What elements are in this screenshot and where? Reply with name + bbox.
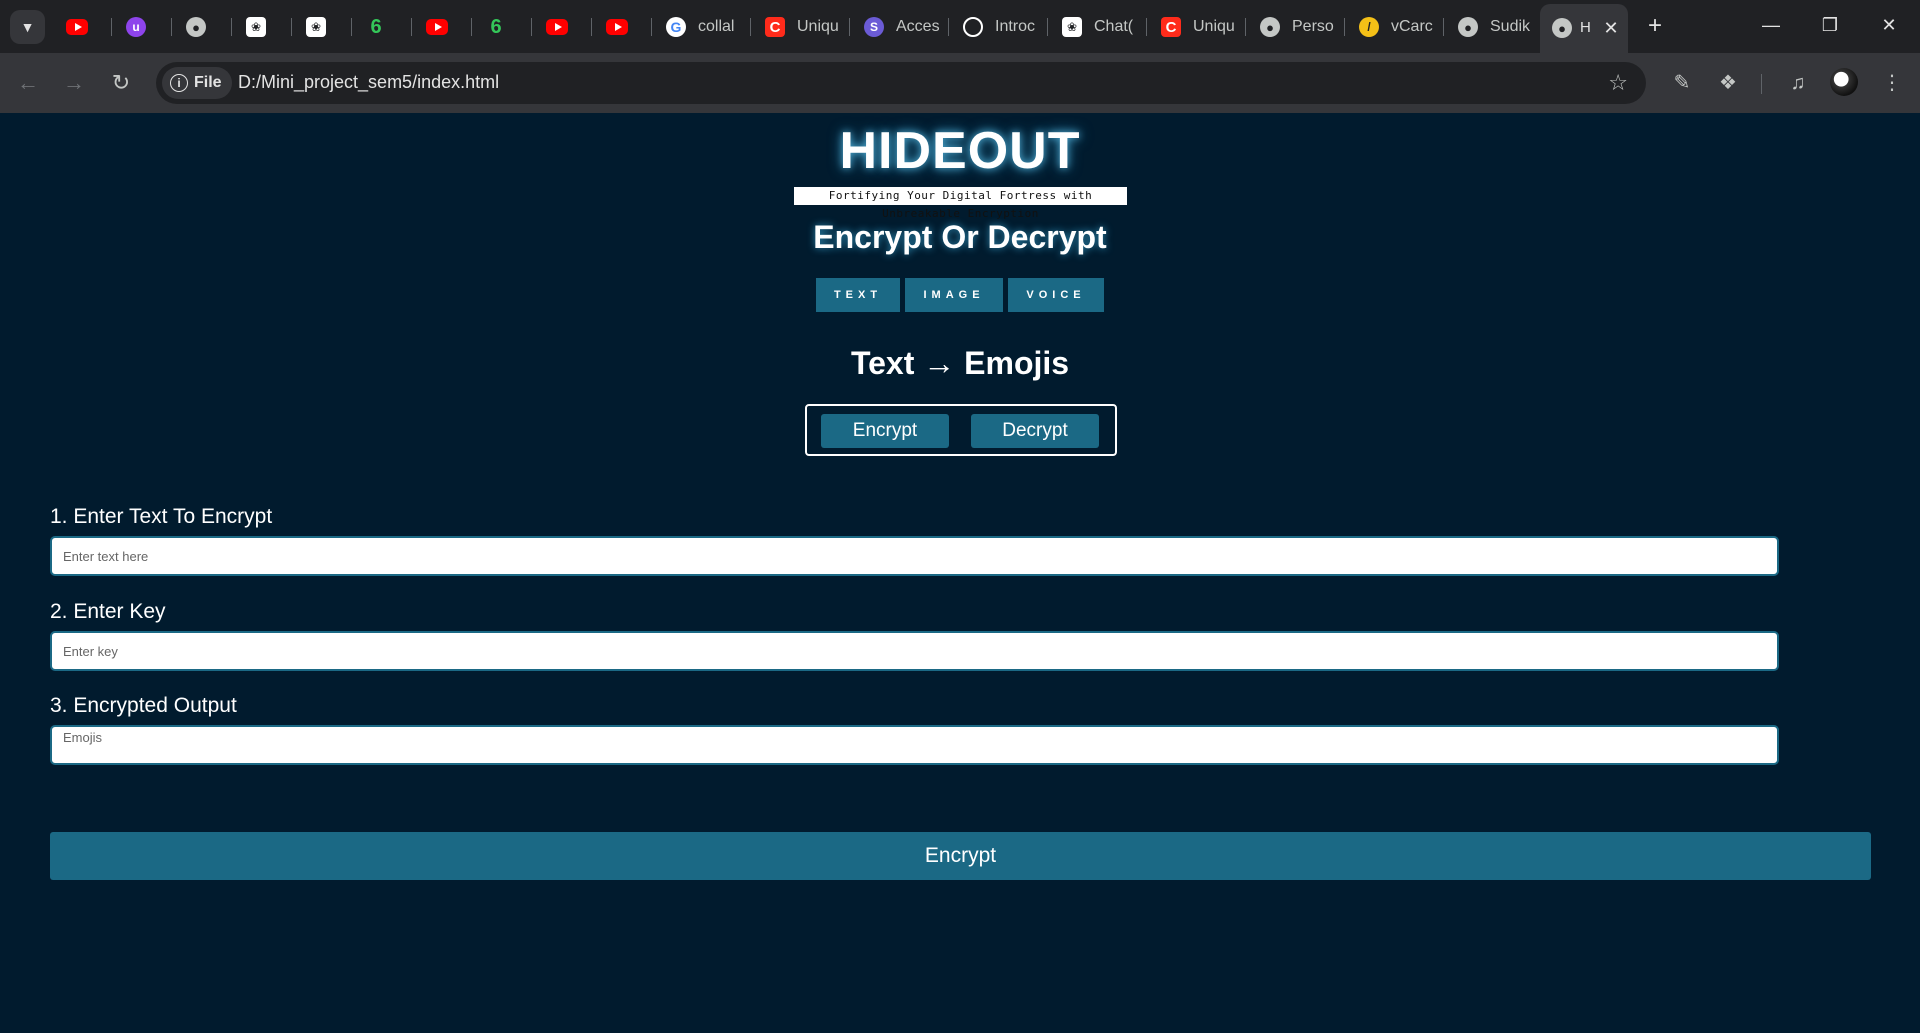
encrypt-mode-button[interactable]: Encrypt xyxy=(821,414,949,448)
key-input[interactable] xyxy=(50,631,1779,671)
reload-icon[interactable]: ↻ xyxy=(103,65,139,101)
browser-toolbar: ← → ↻ i File D:/Mini_project_sem5/index.… xyxy=(0,53,1920,113)
browser-tab[interactable]: 6 xyxy=(472,10,532,44)
page-heading: Encrypt Or Decrypt xyxy=(813,219,1107,255)
profile-avatar[interactable] xyxy=(1830,68,1858,96)
slant-s-icon: S xyxy=(864,17,884,37)
browser-tab[interactable]: Introc xyxy=(949,10,1048,44)
browser-tab[interactable]: ● Perso xyxy=(1246,10,1345,44)
browser-tab[interactable]: Gcollal xyxy=(652,10,751,44)
green-6-icon: 6 xyxy=(490,15,502,38)
page-content: HIDEOUT Fortifying Your Digital Fortress… xyxy=(0,113,1920,1033)
active-browser-tab[interactable]: ● H ✕ xyxy=(1540,4,1628,53)
globe-icon: ● xyxy=(186,17,206,37)
eyedropper-icon[interactable]: ✎ xyxy=(1666,67,1698,99)
encrypt-decrypt-toggle: Encrypt Decrypt xyxy=(805,404,1117,456)
restore-icon[interactable]: ❐ xyxy=(1810,10,1850,40)
new-tab-button[interactable]: + xyxy=(1640,12,1670,42)
browser-tab[interactable]: ● xyxy=(172,10,232,44)
mode-tabs: TEXT IMAGE VOICE xyxy=(816,278,1104,312)
address-bar[interactable]: i File D:/Mini_project_sem5/index.html ☆ xyxy=(156,62,1646,104)
purple-u-icon: u xyxy=(126,17,146,37)
browser-tab[interactable]: S Acces xyxy=(850,10,949,44)
text-input-label: 1. Enter Text To Encrypt xyxy=(50,505,273,528)
youtube-icon xyxy=(606,19,628,35)
minimize-icon[interactable]: — xyxy=(1751,10,1791,40)
close-tab-icon[interactable]: ✕ xyxy=(1600,17,1622,39)
site-info-chip[interactable]: i File xyxy=(162,67,232,99)
forward-arrow-icon[interactable]: → xyxy=(56,65,92,101)
browser-tab[interactable] xyxy=(592,10,652,44)
openai-icon: ❀ xyxy=(246,17,266,37)
bookmark-star-icon[interactable]: ☆ xyxy=(1608,70,1628,96)
browser-tab[interactable]: C Uniqu xyxy=(751,10,850,44)
browser-tab[interactable]: ❀ Chat( xyxy=(1048,10,1147,44)
tab-text[interactable]: TEXT xyxy=(816,278,900,312)
close-window-icon[interactable]: ✕ xyxy=(1869,10,1909,40)
text-input[interactable] xyxy=(50,536,1779,576)
back-arrow-icon[interactable]: ← xyxy=(10,65,46,101)
browser-tab[interactable] xyxy=(412,10,472,44)
globe-icon: ● xyxy=(1260,17,1280,37)
globe-icon: ● xyxy=(1458,17,1478,37)
browser-tab[interactable]: ❀ xyxy=(232,10,292,44)
decrypt-mode-button[interactable]: Decrypt xyxy=(971,414,1099,448)
browser-tab[interactable]: / vCarc xyxy=(1345,10,1444,44)
browser-tab[interactable]: ❀ xyxy=(292,10,352,44)
chatgpt-icon xyxy=(963,17,983,37)
section-subheading: Text → Emojis xyxy=(850,345,1070,381)
google-icon: G xyxy=(666,17,686,37)
browser-tab[interactable] xyxy=(52,10,112,44)
url-text[interactable]: D:/Mini_project_sem5/index.html xyxy=(238,72,499,93)
browser-tab[interactable]: u xyxy=(112,10,172,44)
tab-image[interactable]: IMAGE xyxy=(905,278,1003,312)
browser-tab[interactable]: C Uniqu xyxy=(1147,10,1246,44)
browser-tab[interactable] xyxy=(532,10,592,44)
tab-search-button[interactable]: ▼ xyxy=(10,10,45,44)
chevron-down-icon: ▼ xyxy=(20,19,35,35)
brand-title: HIDEOUT xyxy=(839,122,1081,180)
youtube-icon xyxy=(66,19,88,35)
key-input-label: 2. Enter Key xyxy=(50,600,166,623)
extensions-puzzle-icon[interactable]: ❖ xyxy=(1712,67,1744,99)
youtube-icon xyxy=(426,19,448,35)
globe-icon: ● xyxy=(1552,18,1572,38)
encrypt-submit-button[interactable]: Encrypt xyxy=(50,832,1871,880)
media-control-icon[interactable]: ♫ xyxy=(1782,67,1814,99)
info-icon: i xyxy=(170,74,188,92)
browser-tab[interactable]: 6 xyxy=(352,10,412,44)
tagline: Fortifying Your Digital Fortress with Un… xyxy=(794,187,1127,220)
yellow-slash-icon: / xyxy=(1359,17,1379,37)
chatgpt-icon: ❀ xyxy=(1062,17,1082,37)
openai-icon: ❀ xyxy=(306,17,326,37)
output-label: 3. Encrypted Output xyxy=(50,694,237,717)
tab-strip: ▼ u ● ❀ ❀ 6 6 Gcollal C Uniqu S Acces Intr… xyxy=(0,0,1920,53)
coursera-icon: C xyxy=(1161,17,1181,37)
coursera-icon: C xyxy=(765,17,785,37)
browser-tab[interactable]: ● Sudik xyxy=(1444,10,1540,44)
active-tab-label: H xyxy=(1580,19,1591,36)
youtube-icon xyxy=(546,19,568,35)
encrypted-output-field[interactable] xyxy=(50,725,1779,765)
site-info-label: File xyxy=(194,74,222,91)
tab-voice[interactable]: VOICE xyxy=(1008,278,1104,312)
menu-kebab-icon[interactable]: ⋮ xyxy=(1876,67,1908,99)
green-6-icon: 6 xyxy=(370,15,382,38)
